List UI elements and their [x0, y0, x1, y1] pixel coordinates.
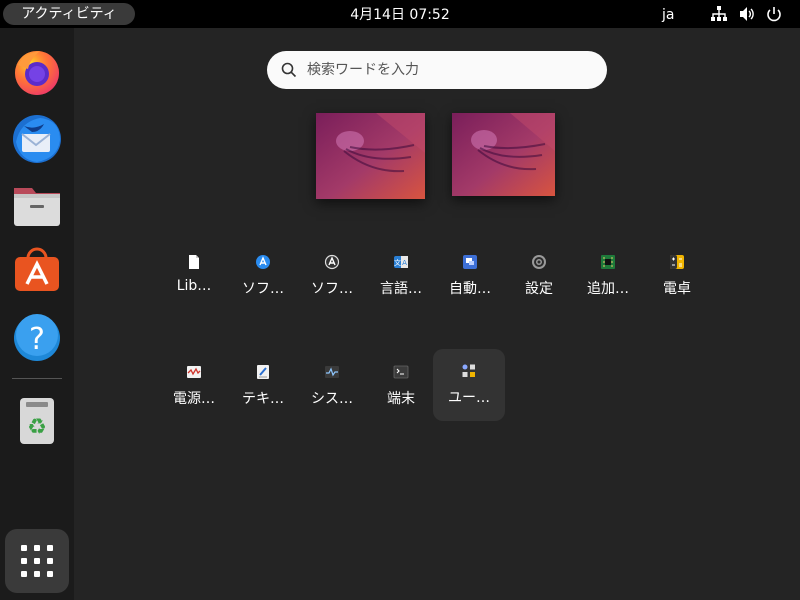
app-label: シス… [311, 391, 353, 407]
files-icon[interactable] [10, 178, 64, 232]
app-automation[interactable]: 自動… [434, 240, 506, 312]
app-label: ソフ… [311, 281, 353, 297]
search-icon [281, 62, 297, 78]
app-center-icon[interactable] [10, 244, 64, 298]
app-language-support[interactable]: 文A 言語… [365, 240, 437, 312]
app-label: 電卓 [663, 281, 691, 297]
workspace-2[interactable] [452, 113, 555, 196]
app-terminal[interactable]: 端末 [365, 350, 437, 422]
firefox-icon[interactable] [10, 45, 64, 99]
dock: ? ♻ [0, 28, 74, 600]
app-text-editor[interactable]: テキ… [227, 350, 299, 422]
app-software[interactable]: ソフ… [227, 240, 299, 312]
volume-icon[interactable] [738, 5, 756, 23]
app-software-updater[interactable]: ソフ… [296, 240, 368, 312]
calculator-icon [669, 254, 685, 270]
app-label: 追加… [587, 281, 629, 297]
software-updater-icon [324, 254, 340, 270]
input-method-indicator[interactable]: ja [662, 0, 674, 30]
app-settings[interactable]: 設定 [503, 240, 575, 312]
power-stats-icon [186, 364, 202, 380]
svg-text:文: 文 [394, 258, 401, 267]
app-label: 端末 [387, 391, 415, 407]
svg-text:?: ? [29, 322, 45, 357]
power-icon[interactable] [765, 5, 783, 23]
workspace-1[interactable] [316, 113, 425, 199]
app-label: 自動… [449, 281, 491, 297]
trash-icon[interactable]: ♻ [10, 394, 64, 448]
app-grid-icon [21, 545, 53, 577]
app-label: 言語… [380, 281, 422, 297]
thunderbird-icon[interactable] [10, 112, 64, 166]
app-power-statistics[interactable]: 電源… [158, 350, 230, 422]
help-icon[interactable]: ? [10, 311, 64, 365]
app-additional-drivers[interactable]: 追加… [572, 240, 644, 312]
app-label: 設定 [525, 281, 553, 297]
system-monitor-icon [324, 364, 340, 380]
utilities-folder-icon [461, 363, 477, 379]
document-icon [186, 254, 202, 270]
language-icon: 文A [393, 254, 409, 270]
text-editor-icon [255, 364, 271, 380]
software-icon [255, 254, 271, 270]
terminal-icon [393, 364, 409, 380]
app-system-monitor[interactable]: シス… [296, 350, 368, 422]
network-icon[interactable] [710, 5, 728, 23]
app-label: ユー… [448, 390, 490, 406]
dock-separator [12, 378, 62, 379]
svg-text:A: A [402, 259, 407, 267]
automation-icon [462, 254, 478, 270]
search-bar[interactable] [267, 51, 607, 89]
svg-text:♻: ♻ [27, 415, 47, 440]
show-applications-button[interactable] [5, 529, 69, 593]
app-calculator[interactable]: 電卓 [641, 240, 713, 312]
app-libreoffice[interactable]: Lib… [158, 240, 230, 312]
clock[interactable]: 4月14日 07:52 [0, 0, 800, 30]
app-label: テキ… [242, 391, 284, 407]
top-bar: アクティビティ 4月14日 07:52 ja [0, 0, 800, 28]
app-label: ソフ… [242, 281, 284, 297]
search-input[interactable] [307, 51, 597, 89]
overview: Lib… ソフ… ソフ… 文A 言語… 自動… 設定 追加… [74, 28, 800, 600]
chip-icon [600, 254, 616, 270]
app-label: 電源… [173, 391, 215, 407]
settings-icon [531, 254, 547, 270]
app-label: Lib… [176, 278, 212, 294]
app-utilities-folder[interactable]: ユー… [433, 349, 505, 421]
